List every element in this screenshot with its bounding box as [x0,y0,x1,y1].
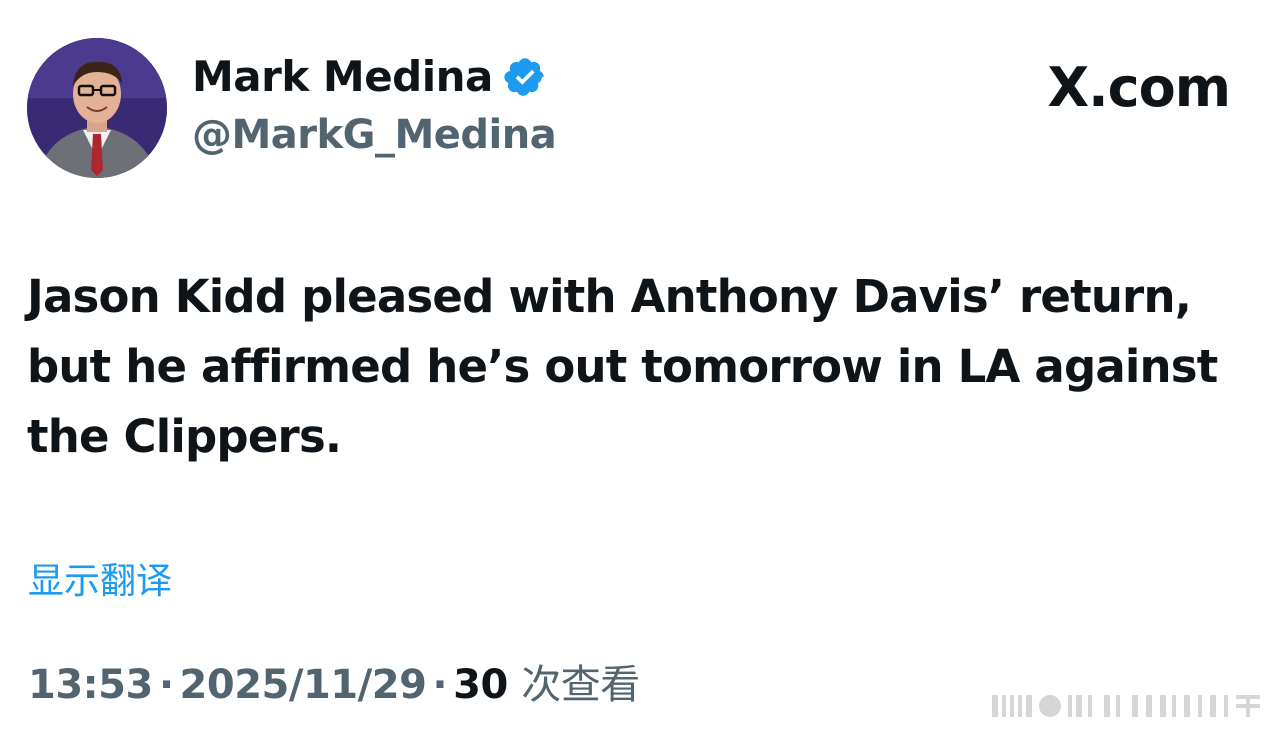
author-handle[interactable]: @MarkG_Medina [192,112,557,158]
tweet-date[interactable]: 2025/11/29 [180,662,427,708]
avatar[interactable] [27,38,167,178]
tweet-time[interactable]: 13:53 [28,662,153,708]
author-name-text: Mark Medina [192,52,493,101]
tweet-text: Jason Kidd pleased with Anthony Davis’ r… [27,270,1218,463]
tweet-meta: 13:53 · 2025/11/29 · 30 次查看 [28,652,640,710]
watermark-icon [992,695,1260,717]
verified-badge-icon [504,57,544,96]
avatar-image [27,38,167,178]
author-display-name[interactable]: Mark Medina [192,52,547,101]
brand-logo: X.com [1047,56,1231,119]
meta-separator: · [158,662,174,708]
views-count: 30 [453,662,508,708]
views-label: 次查看 [521,662,640,708]
meta-separator: · [432,662,448,708]
show-translation-link[interactable]: 显示翻译 [28,552,172,604]
